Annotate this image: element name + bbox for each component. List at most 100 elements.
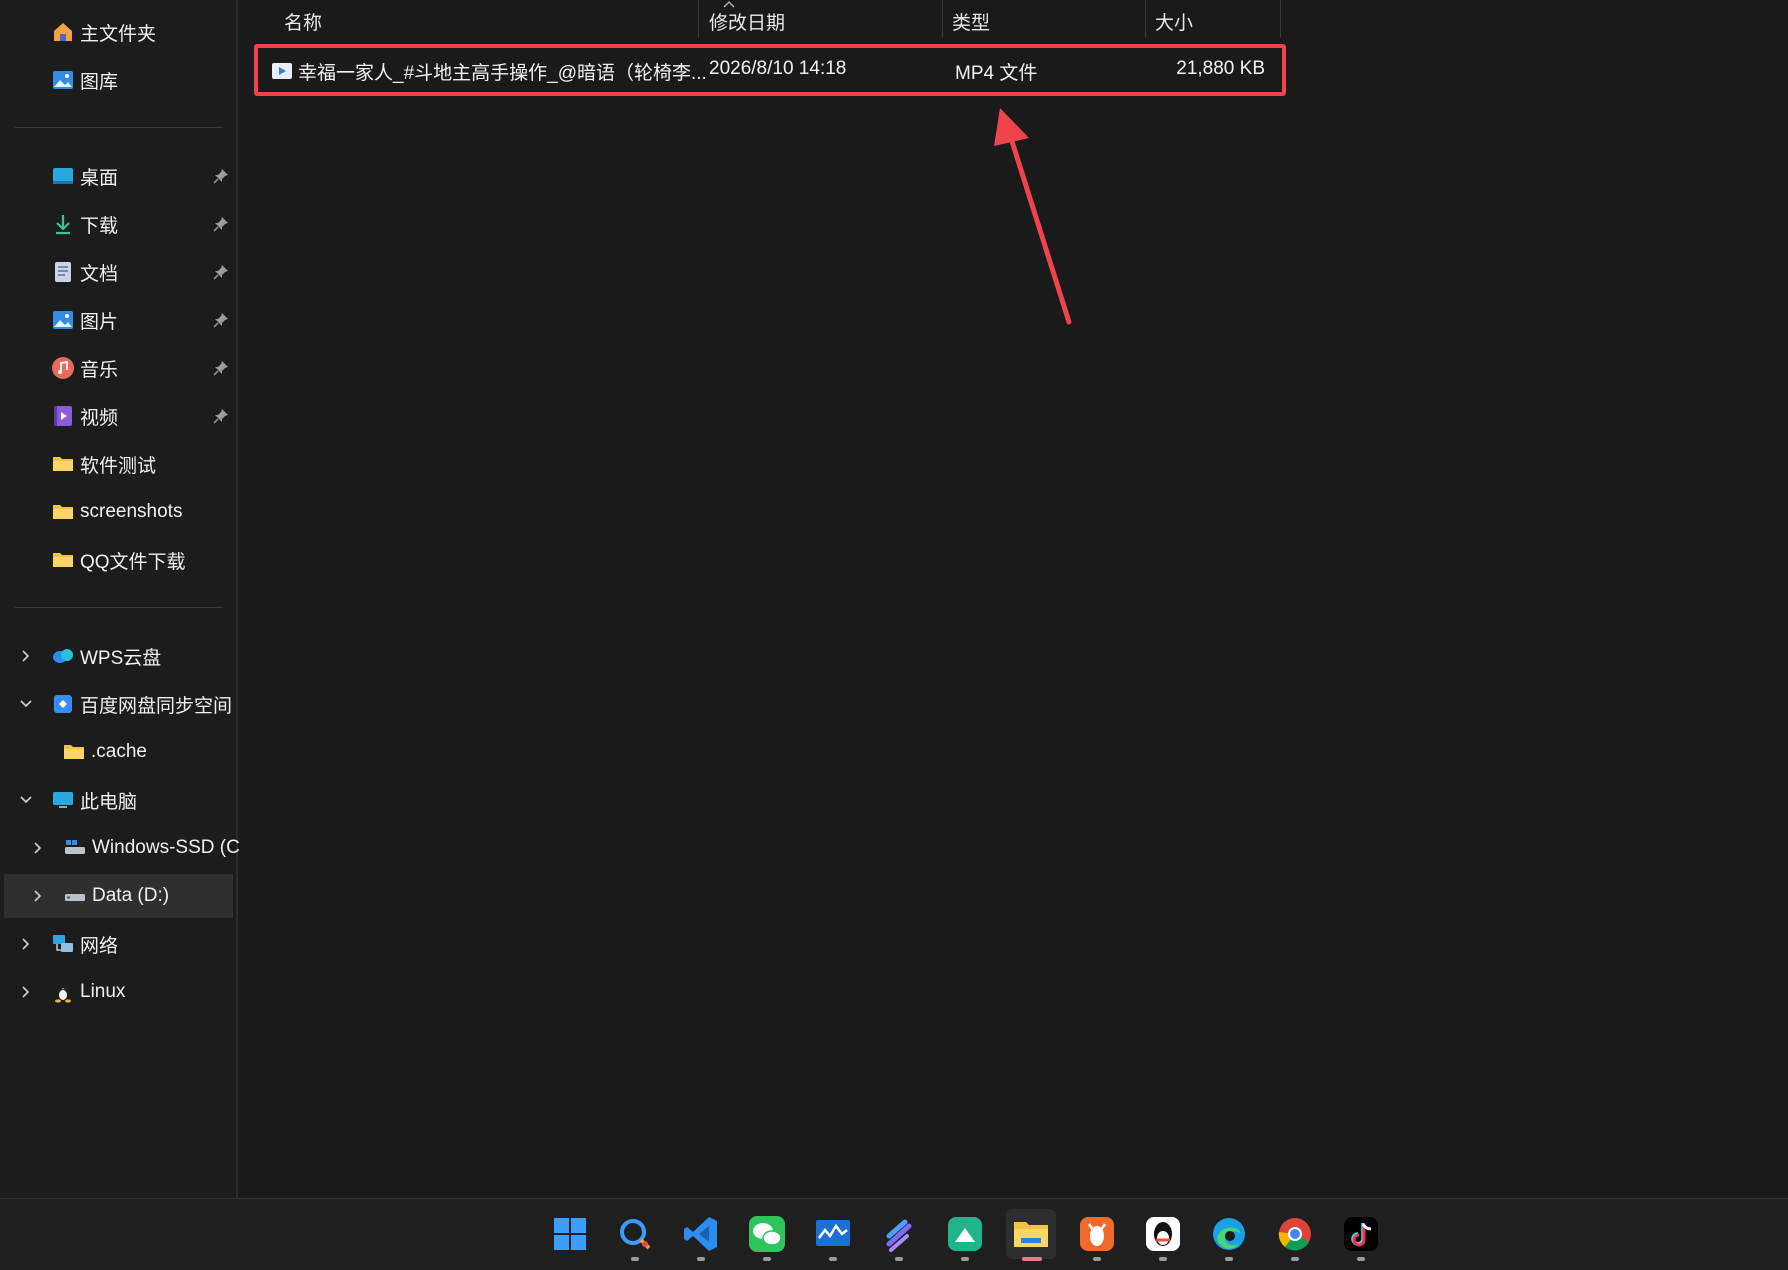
computer-icon: [51, 788, 75, 812]
nav-item-drive-d[interactable]: Data (D:): [4, 874, 233, 918]
search-chat-icon: [620, 1219, 651, 1250]
running-indicator: [829, 1257, 837, 1261]
nav-item-folder-software-test[interactable]: 软件测试: [0, 442, 232, 486]
nav-item-documents[interactable]: 文档: [0, 250, 232, 294]
nav-item-label: 图片: [80, 311, 119, 333]
video-icon: [51, 404, 75, 428]
column-divider[interactable]: [698, 0, 699, 38]
column-name[interactable]: 名称: [284, 8, 322, 35]
taskbar-app-feishu[interactable]: [874, 1209, 924, 1261]
running-indicator: [895, 1257, 903, 1261]
nav-item-label: .cache: [91, 741, 147, 762]
nav-item-folder-screenshots[interactable]: screenshots: [0, 490, 232, 534]
file-size: 21,880 KB: [1176, 58, 1265, 79]
chevron-right-icon[interactable]: [31, 889, 45, 903]
nav-item-drive-c[interactable]: Windows-SSD (C: [0, 826, 240, 870]
document-icon: [51, 260, 75, 284]
running-indicator: [697, 1257, 705, 1261]
nav-item-folder-qq-downloads[interactable]: QQ文件下载: [0, 538, 232, 582]
taskbar-app-edge[interactable]: [1204, 1209, 1254, 1261]
taskbar-app-tiktok[interactable]: [1336, 1209, 1386, 1261]
nav-item-label: Data (D:): [92, 885, 170, 906]
qq-icon: [1146, 1217, 1180, 1251]
column-date-modified[interactable]: 修改日期: [709, 8, 785, 35]
folder-icon: [51, 452, 75, 476]
nav-item-label: QQ文件下载: [80, 551, 186, 573]
taskbar-app-monitor[interactable]: [808, 1209, 858, 1261]
nav-item-desktop[interactable]: 桌面: [0, 154, 232, 198]
running-indicator: [631, 1257, 639, 1261]
chevron-right-icon[interactable]: [19, 649, 33, 663]
nav-item-network[interactable]: 网络: [0, 922, 232, 966]
nav-item-cache[interactable]: .cache: [0, 730, 232, 774]
column-size[interactable]: 大小: [1155, 8, 1193, 35]
nav-item-this-pc[interactable]: 此电脑: [0, 778, 232, 822]
nav-item-label: 网络: [80, 935, 119, 957]
sort-ascending-icon: [723, 1, 735, 8]
chevron-down-icon[interactable]: [19, 793, 33, 807]
taskbar: [0, 1198, 1788, 1270]
column-divider[interactable]: [1280, 0, 1281, 38]
lobster-app-icon: [1080, 1217, 1114, 1251]
pin-icon: [213, 313, 228, 328]
chevron-right-icon[interactable]: [19, 937, 33, 951]
nav-item-videos[interactable]: 视频: [0, 394, 232, 438]
column-type[interactable]: 类型: [952, 8, 990, 35]
active-indicator: [1022, 1257, 1042, 1261]
nav-item-label: 主文件夹: [80, 23, 157, 45]
taskbar-app-search-chat[interactable]: [610, 1209, 660, 1261]
taskbar-app-tablet[interactable]: [940, 1209, 990, 1261]
taskbar-app-chrome[interactable]: [1270, 1209, 1320, 1261]
music-icon: [51, 356, 75, 380]
nav-divider: [15, 127, 223, 128]
running-indicator: [1225, 1257, 1233, 1261]
taskbar-app-qq[interactable]: [1138, 1209, 1188, 1261]
file-explorer-icon: [1014, 1222, 1048, 1247]
nav-item-gallery[interactable]: 图库: [0, 58, 232, 102]
nav-item-downloads[interactable]: 下载: [0, 202, 232, 246]
pin-icon: [213, 361, 228, 376]
nav-item-home[interactable]: 主文件夹: [0, 10, 232, 54]
chrome-icon: [1278, 1218, 1311, 1251]
nav-item-pictures[interactable]: 图片: [0, 298, 232, 342]
video-file-icon: [272, 63, 292, 79]
chevron-right-icon[interactable]: [31, 841, 45, 855]
nav-item-wps-cloud[interactable]: WPS云盘: [0, 634, 232, 678]
home-icon: [51, 20, 75, 44]
start-button[interactable]: [545, 1209, 595, 1259]
nav-item-label: WPS云盘: [80, 647, 162, 669]
running-indicator: [1159, 1257, 1167, 1261]
taskbar-app-wechat[interactable]: [742, 1209, 792, 1261]
nav-item-label: Windows-SSD (C: [92, 837, 240, 858]
column-header: 名称 修改日期 类型 大小: [240, 0, 1281, 38]
nav-item-label: Linux: [80, 981, 126, 1002]
edge-icon: [1213, 1218, 1245, 1250]
network-icon: [51, 932, 75, 956]
linux-icon: [51, 980, 75, 1004]
taskbar-app-vscode[interactable]: [676, 1209, 726, 1261]
taskbar-app-file-explorer[interactable]: [1006, 1209, 1056, 1261]
folder-icon: [51, 548, 75, 572]
running-indicator: [1357, 1257, 1365, 1261]
annotation-arrow: [994, 108, 1072, 325]
nav-item-music[interactable]: 音乐: [0, 346, 232, 390]
pin-icon: [213, 169, 228, 184]
nav-item-label: 桌面: [80, 167, 119, 189]
column-divider[interactable]: [1145, 0, 1146, 38]
nav-item-label: 文档: [80, 263, 119, 285]
wechat-icon: [749, 1216, 785, 1252]
baidu-sync-icon: [51, 692, 75, 716]
nav-item-linux[interactable]: Linux: [0, 970, 232, 1014]
nav-item-label: 百度网盘同步空间: [80, 695, 233, 717]
taskbar-app-lobster[interactable]: [1072, 1209, 1122, 1261]
nav-item-baidu-sync[interactable]: 百度网盘同步空间: [0, 682, 232, 726]
tablet-app-icon: [948, 1217, 982, 1251]
chevron-down-icon[interactable]: [19, 697, 33, 711]
chevron-right-icon[interactable]: [19, 985, 33, 999]
gallery-icon: [51, 68, 75, 92]
file-name[interactable]: 幸福一家人_#斗地主高手操作_@暗语（轮椅李...: [298, 58, 707, 85]
nav-divider: [15, 607, 223, 608]
file-row[interactable]: 幸福一家人_#斗地主高手操作_@暗语（轮椅李... 2026/8/10 14:1…: [254, 44, 1286, 96]
pin-icon: [213, 217, 228, 232]
column-divider[interactable]: [942, 0, 943, 38]
